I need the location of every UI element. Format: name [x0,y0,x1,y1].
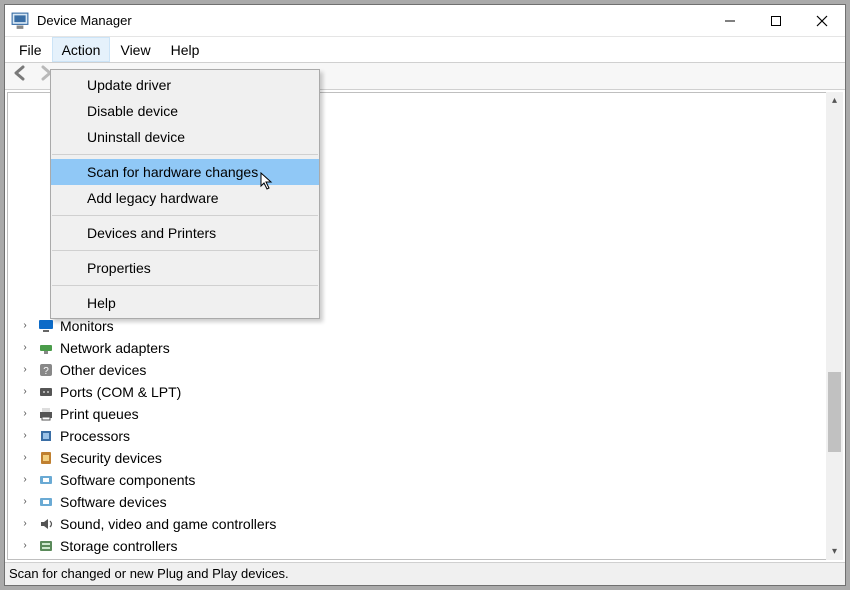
storage-icon [38,538,54,554]
window-title: Device Manager [37,13,707,28]
menu-properties[interactable]: Properties [51,255,319,281]
menu-disable-device[interactable]: Disable device [51,98,319,124]
chevron-right-icon[interactable]: › [18,495,32,509]
tree-row-network[interactable]: › Network adapters [8,337,842,359]
scroll-thumb[interactable] [828,372,841,452]
tree-row-ports[interactable]: › Ports (COM & LPT) [8,381,842,403]
action-menu-dropdown: Update driver Disable device Uninstall d… [50,69,320,319]
unknown-device-icon: ? [38,362,54,378]
tree-row-swcomponents[interactable]: › Software components [8,469,842,491]
tree-label: Monitors [60,318,114,334]
security-device-icon [38,450,54,466]
chevron-right-icon[interactable]: › [18,517,32,531]
tree-label: Processors [60,428,130,444]
close-icon [816,15,828,27]
menu-scan-hardware-changes[interactable]: Scan for hardware changes [51,159,319,185]
statusbar: Scan for changed or new Plug and Play de… [5,562,845,585]
minimize-button[interactable] [707,5,753,37]
tree-label: Software devices [60,494,167,510]
device-manager-app-icon [11,12,29,30]
menubar: File Action View Help [5,37,845,63]
menu-help[interactable]: Help [161,37,210,62]
tree-label: Network adapters [60,340,170,356]
menu-uninstall-device[interactable]: Uninstall device [51,124,319,150]
menu-file[interactable]: File [9,37,52,62]
chevron-right-icon[interactable]: › [18,319,32,333]
tree-label: Software components [60,472,195,488]
menu-view[interactable]: View [110,37,160,62]
scroll-up-icon[interactable]: ▴ [826,92,843,109]
chevron-right-icon[interactable]: › [18,539,32,553]
tree-label: Other devices [60,362,146,378]
chevron-right-icon[interactable]: › [18,451,32,465]
sound-icon [38,516,54,532]
tree-label: Ports (COM & LPT) [60,384,181,400]
tree-row-storage[interactable]: › Storage controllers [8,535,842,557]
tree-row-sound[interactable]: › Sound, video and game controllers [8,513,842,535]
network-icon [38,340,54,356]
vertical-scrollbar[interactable]: ▴ ▾ [826,92,843,560]
monitor-icon [38,318,54,334]
tree-row-other[interactable]: › ? Other devices [8,359,842,381]
minimize-icon [724,15,736,27]
tree-row-printqueues[interactable]: › Print queues [8,403,842,425]
tree-label: Print queues [60,406,139,422]
menu-update-driver[interactable]: Update driver [51,72,319,98]
tree-row-security[interactable]: › Security devices [8,447,842,469]
chevron-right-icon[interactable]: › [18,341,32,355]
chevron-right-icon[interactable]: › [18,363,32,377]
back-icon[interactable] [11,64,29,87]
software-device-icon [38,494,54,510]
menu-separator [52,250,318,251]
chevron-right-icon[interactable]: › [18,385,32,399]
svg-text:?: ? [43,366,49,377]
printer-icon [38,406,54,422]
menu-separator [52,285,318,286]
menu-action[interactable]: Action [52,37,111,62]
chevron-right-icon[interactable]: › [18,473,32,487]
chevron-right-icon[interactable]: › [18,429,32,443]
tree-row-swdevices[interactable]: › Software devices [8,491,842,513]
titlebar: Device Manager [5,5,845,37]
tree-label: Security devices [60,450,162,466]
menu-separator [52,154,318,155]
maximize-icon [770,15,782,27]
tree-row-processors[interactable]: › Processors [8,425,842,447]
close-button[interactable] [799,5,845,37]
menu-help[interactable]: Help [51,290,319,316]
software-component-icon [38,472,54,488]
menu-separator [52,215,318,216]
scroll-down-icon[interactable]: ▾ [826,543,843,560]
tree-label: Storage controllers [60,538,178,554]
cpu-icon [38,428,54,444]
maximize-button[interactable] [753,5,799,37]
tree-label: Sound, video and game controllers [60,516,276,532]
menu-add-legacy-hardware[interactable]: Add legacy hardware [51,185,319,211]
statusbar-text: Scan for changed or new Plug and Play de… [9,566,289,581]
chevron-right-icon[interactable]: › [18,407,32,421]
port-icon [38,384,54,400]
menu-devices-printers[interactable]: Devices and Printers [51,220,319,246]
